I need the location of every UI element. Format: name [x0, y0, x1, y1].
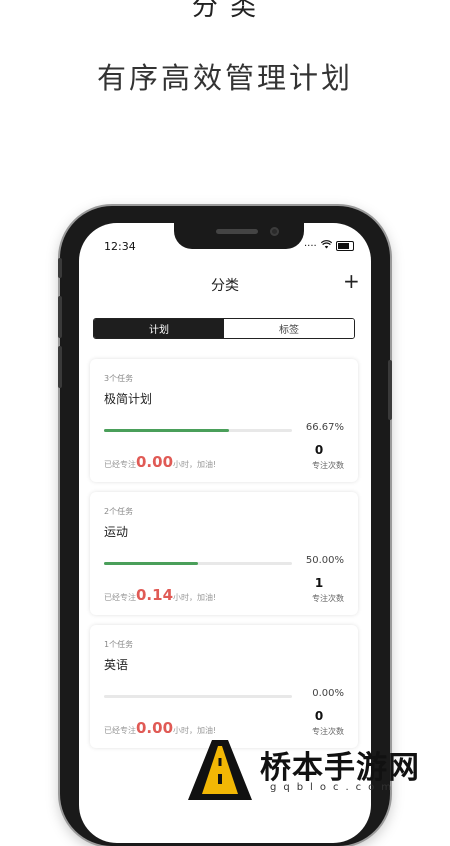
focus-summary: 已经专注0.14小时，加油! — [104, 586, 216, 604]
progress-track — [104, 429, 292, 432]
category-name: 英语 — [104, 658, 129, 672]
category-name: 极简计划 — [104, 392, 153, 406]
tab-plan[interactable]: 计划 — [94, 319, 224, 338]
session-count: 0 — [314, 709, 324, 723]
focus-summary: 已经专注0.00小时，加油! — [104, 719, 216, 737]
task-count: 3个任务 — [104, 374, 134, 383]
notch — [174, 223, 304, 249]
category-card-plan[interactable]: 3个任务 极简计划 66.67% 已经专注0.00小时，加油! 0 专注次数 — [90, 359, 358, 482]
progress-track — [104, 562, 292, 565]
task-count: 1个任务 — [104, 640, 134, 649]
session-label: 专注次数 — [312, 461, 344, 470]
focus-summary: 已经专注0.00小时，加油! — [104, 453, 216, 471]
signal-icon: ···· — [304, 240, 317, 252]
volume-down-button — [58, 346, 62, 388]
front-camera — [270, 227, 279, 236]
watermark-text: 桥本手游网 — [260, 750, 420, 786]
page-title: 分类 — [211, 278, 239, 294]
category-name: 运动 — [104, 525, 129, 539]
volume-up-button — [58, 296, 62, 338]
power-button — [388, 360, 392, 420]
session-label: 专注次数 — [312, 727, 344, 736]
add-button[interactable]: + — [343, 271, 360, 291]
status-icons: ···· — [304, 240, 354, 252]
focus-suffix: 小时，加油! — [173, 460, 217, 469]
progress-fill — [104, 562, 198, 565]
focus-prefix: 已经专注 — [104, 593, 136, 602]
focus-hours: 0.00 — [136, 719, 174, 737]
session-count: 0 — [314, 443, 324, 457]
task-count: 2个任务 — [104, 507, 134, 516]
progress-track — [104, 695, 292, 698]
focus-suffix: 小时，加油! — [173, 593, 217, 602]
mute-switch — [58, 258, 62, 278]
speaker-grille — [216, 229, 258, 234]
focus-prefix: 已经专注 — [104, 726, 136, 735]
progress-percent: 0.00% — [312, 688, 344, 699]
focus-prefix: 已经专注 — [104, 460, 136, 469]
session-count: 1 — [314, 576, 324, 590]
wifi-icon — [320, 240, 332, 252]
category-card-exercise[interactable]: 2个任务 运动 50.00% 已经专注0.14小时，加油! 1 专注次数 — [90, 492, 358, 615]
progress-percent: 50.00% — [305, 555, 344, 566]
status-time: 12:34 — [104, 240, 136, 253]
battery-icon — [335, 241, 354, 251]
session-label: 专注次数 — [312, 594, 344, 603]
focus-suffix: 小时，加油! — [173, 726, 217, 735]
focus-hours: 0.14 — [136, 586, 174, 604]
tab-tags[interactable]: 标签 — [224, 319, 354, 338]
road-logo-icon — [188, 740, 252, 800]
category-list: 3个任务 极简计划 66.67% 已经专注0.00小时，加油! 0 专注次数 2… — [90, 359, 358, 758]
progress-percent: 66.67% — [305, 422, 344, 433]
focus-hours: 0.00 — [136, 453, 174, 471]
segmented-control: 计划 标签 — [93, 318, 355, 339]
watermark-url: gqbloc.com — [270, 782, 398, 793]
category-card-english[interactable]: 1个任务 英语 0.00% 已经专注0.00小时，加油! 0 专注次数 — [90, 625, 358, 748]
watermark: 桥本手游网 gqbloc.com — [188, 740, 450, 800]
top-caption-partial: 分 类 — [191, 0, 259, 22]
headline: 有序高效管理计划 — [96, 61, 353, 95]
progress-fill — [104, 429, 230, 432]
